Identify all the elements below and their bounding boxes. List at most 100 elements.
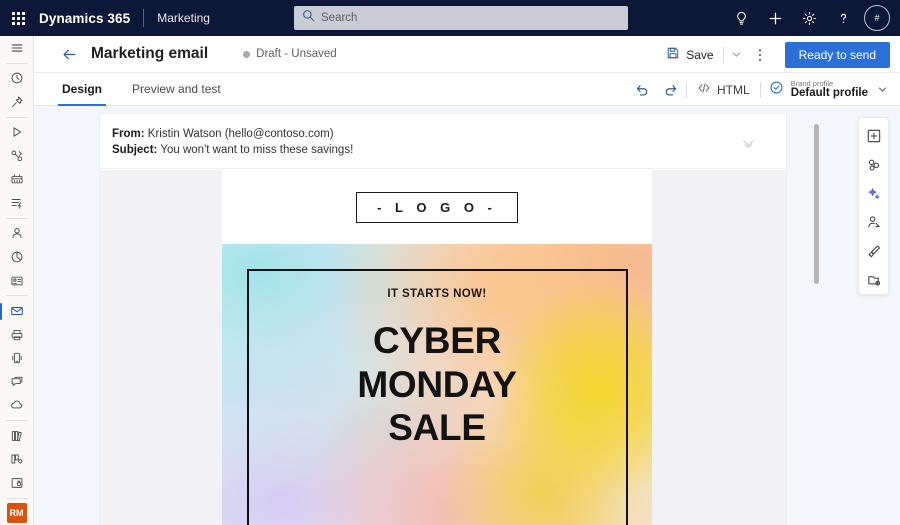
rail-divider [5, 497, 28, 499]
html-button[interactable]: HTML [689, 77, 758, 102]
toolbar-right-actions: HTML Brand profile Default profile [628, 73, 892, 106]
brand-profile-selector[interactable]: Brand profile Default profile [763, 78, 892, 102]
analytics-pie-icon[interactable] [0, 245, 34, 269]
top-bar-actions: # [724, 0, 894, 36]
save-dropdown-chevron-down-icon[interactable] [726, 45, 747, 64]
toolbar-divider [759, 81, 761, 98]
hamburger-icon[interactable] [0, 36, 34, 60]
undo-icon[interactable] [628, 76, 656, 104]
email-meta-header: From: Kristin Watson (hello@contoso.com)… [100, 114, 786, 169]
rail-divider [5, 295, 28, 297]
global-search[interactable] [294, 6, 628, 30]
back-arrow-icon[interactable] [54, 39, 84, 69]
compliance-lock-icon[interactable] [0, 471, 34, 495]
area-switcher[interactable]: RM [0, 501, 34, 525]
app-name-label[interactable]: Marketing [157, 11, 210, 25]
trigger-icon[interactable] [0, 144, 34, 168]
ready-to-send-button[interactable]: Ready to send [784, 41, 890, 68]
email-from-value: Kristin Watson (hello@contoso.com) [147, 128, 334, 140]
email-preview-card[interactable]: From: Kristin Watson (hello@contoso.com)… [100, 114, 786, 525]
email-body-scroll-area[interactable]: - L O G O - IT STARTS NOW! CYBER MONDAY … [100, 170, 786, 525]
cloud-icon[interactable] [0, 393, 34, 417]
save-button[interactable]: Save [659, 42, 720, 67]
page-title: Marketing email [91, 45, 209, 62]
search-icon [302, 9, 315, 27]
brand-profile-value: Default profile [790, 87, 868, 100]
email-subject-label: Subject: [112, 143, 158, 156]
top-navigation-bar: Dynamics 365 Marketing Search # [0, 0, 900, 36]
command-bar: Marketing email Draft - Unsaved Save Rea… [34, 36, 900, 73]
forms-flow-icon[interactable] [0, 191, 34, 215]
library-icon[interactable] [0, 424, 34, 448]
toolbar-divider [686, 81, 688, 98]
brand-divider [143, 9, 145, 27]
status-text: Draft - Unsaved [256, 48, 337, 60]
rail-divider [5, 419, 28, 421]
designer-toolbar: Design Preview and test HTML Brand profi… [34, 73, 900, 106]
redo-icon[interactable] [656, 76, 684, 104]
rail-divider [5, 62, 28, 64]
email-design-canvas[interactable]: From: Kristin Watson (hello@contoso.com)… [34, 106, 900, 525]
double-chevron-down-icon[interactable] [741, 138, 756, 156]
rail-divider [5, 116, 28, 118]
hero-headline-line-1: CYBER [372, 320, 502, 361]
pin-icon[interactable] [0, 90, 34, 114]
card-icon[interactable] [0, 269, 34, 293]
hero-image-block[interactable]: IT STARTS NOW! CYBER MONDAY SALE [222, 244, 652, 525]
segments-icon[interactable] [0, 447, 34, 471]
email-from-label: From: [112, 128, 145, 140]
canvas-scrollbar[interactable] [814, 124, 819, 284]
brand-profile-label: Brand profile [790, 78, 834, 88]
rail-divider [5, 217, 28, 219]
hero-headline: CYBER MONDAY SALE [222, 319, 652, 450]
save-disk-icon [666, 46, 680, 63]
save-label: Save [686, 47, 714, 62]
command-bar-actions: Save Ready to send [659, 36, 890, 73]
chevron-down-icon[interactable] [875, 84, 888, 95]
chat-bubble-icon[interactable] [0, 370, 34, 394]
contacts-person-icon[interactable] [0, 222, 34, 246]
code-brackets-icon [697, 81, 711, 98]
product-brand-label[interactable]: Dynamics 365 [36, 11, 130, 26]
area-badge[interactable]: RM [6, 503, 27, 524]
tab-preview-and-test[interactable]: Preview and test [128, 73, 225, 106]
question-icon[interactable] [826, 0, 860, 36]
hero-text-content: IT STARTS NOW! CYBER MONDAY SALE [222, 288, 652, 450]
sidebar-item-marketing-emails[interactable] [0, 299, 34, 323]
events-icon[interactable] [0, 168, 34, 192]
lightbulb-icon[interactable] [724, 0, 758, 36]
layouts-icon[interactable] [859, 151, 888, 180]
app-launcher-icon[interactable] [0, 0, 36, 36]
journey-play-icon[interactable] [0, 121, 34, 145]
command-divider [722, 46, 724, 63]
email-subject-line: Subject: You won't want to miss these sa… [112, 143, 786, 159]
email-from-line: From: Kristin Watson (hello@contoso.com) [112, 127, 786, 143]
assets-icon[interactable] [859, 265, 888, 294]
plus-icon[interactable] [758, 0, 792, 36]
hero-headline-line-2: MONDAY [357, 363, 517, 405]
check-circle-icon [769, 80, 784, 100]
add-element-icon[interactable] [859, 122, 888, 151]
logo-placeholder[interactable]: - L O G O - [356, 191, 518, 223]
status-badge: Draft - Unsaved [243, 48, 337, 60]
email-subject-value: You won't want to miss these savings! [160, 143, 354, 156]
email-envelope-icon [10, 304, 24, 318]
left-navigation-rail: RM [0, 36, 34, 525]
more-vertical-icon[interactable] [747, 40, 773, 70]
ai-sparkle-icon[interactable] [859, 179, 888, 208]
hero-kicker-text: IT STARTS NOW! [387, 288, 487, 300]
status-dot-icon [243, 50, 251, 58]
gear-icon[interactable] [792, 0, 826, 36]
form-printer-icon[interactable] [0, 323, 34, 347]
styles-brush-icon[interactable] [859, 237, 888, 266]
avatar[interactable]: # [864, 5, 890, 31]
email-content-column: - L O G O - IT STARTS NOW! CYBER MONDAY … [222, 170, 652, 525]
recent-clock-icon[interactable] [0, 66, 34, 90]
html-label: HTML [717, 82, 750, 97]
tab-design[interactable]: Design [58, 73, 107, 106]
personalization-icon[interactable] [859, 208, 888, 237]
logo-block[interactable]: - L O G O - [222, 170, 652, 244]
mobile-device-icon[interactable] [0, 346, 34, 370]
hero-headline-line-3: SALE [388, 407, 486, 449]
search-input[interactable] [321, 8, 601, 28]
